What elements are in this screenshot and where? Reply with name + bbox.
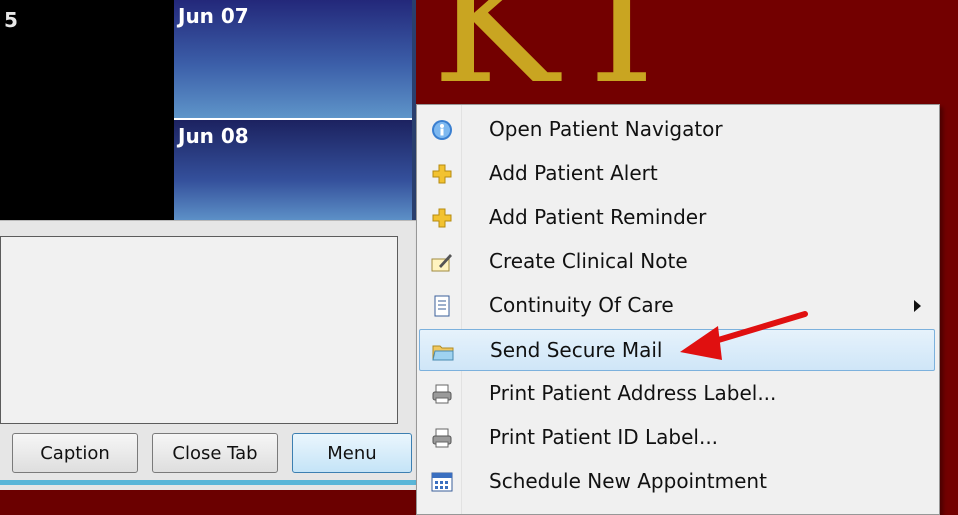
menu-item-label: Open Patient Navigator bbox=[489, 117, 723, 141]
menu-item-label: Add Patient Reminder bbox=[489, 205, 707, 229]
notes-textbox[interactable] bbox=[0, 236, 398, 424]
pencil-note-icon bbox=[431, 251, 453, 273]
menu-item-label: Create Clinical Note bbox=[489, 249, 688, 273]
menu-item-add-patient-alert[interactable]: Add Patient Alert bbox=[419, 153, 935, 195]
calendar-day-label: Jun 08 bbox=[178, 124, 249, 148]
menu-item-print-id-label[interactable]: Print Patient ID Label... bbox=[419, 417, 935, 459]
plus-icon bbox=[431, 207, 453, 229]
calendar-day-number: 5 bbox=[4, 8, 18, 32]
menu-item-label: Add Patient Alert bbox=[489, 161, 658, 185]
menu-item-create-clinical-note[interactable]: Create Clinical Note bbox=[419, 241, 935, 283]
calendar-day-jun-08[interactable]: Jun 08 bbox=[174, 120, 412, 220]
menu-item-open-patient-navigator[interactable]: Open Patient Navigator bbox=[419, 109, 935, 151]
menu-item-label: Print Patient Address Label... bbox=[489, 381, 777, 405]
calendar-icon bbox=[431, 471, 453, 493]
caption-button[interactable]: Caption bbox=[12, 433, 138, 473]
banner-letters: KT bbox=[432, 0, 685, 122]
menu-item-label: Send Secure Mail bbox=[490, 338, 663, 362]
menu-item-schedule-new-appointment[interactable]: Schedule New Appointment bbox=[419, 461, 935, 503]
menu-button[interactable]: Menu bbox=[292, 433, 412, 473]
bottom-accent-strip bbox=[0, 480, 416, 485]
annotation-arrow-icon bbox=[680, 311, 808, 360]
close-tab-button[interactable]: Close Tab bbox=[152, 433, 278, 473]
menu-button-label: Menu bbox=[327, 442, 377, 464]
submenu-arrow-icon bbox=[914, 300, 921, 312]
calendar-day-jun-07[interactable]: Jun 07 bbox=[174, 0, 412, 118]
menu-item-label: Print Patient ID Label... bbox=[489, 425, 719, 449]
printer-icon bbox=[431, 427, 453, 449]
bottom-maroon-strip bbox=[0, 490, 416, 515]
menu-item-label: Schedule New Appointment bbox=[489, 469, 767, 493]
menu-item-print-address-label[interactable]: Print Patient Address Label... bbox=[419, 373, 935, 415]
navigator-globe-icon bbox=[431, 119, 453, 141]
mail-folder-icon bbox=[432, 340, 454, 362]
caption-button-label: Caption bbox=[40, 442, 110, 464]
close-tab-button-label: Close Tab bbox=[172, 442, 258, 464]
menu-item-add-patient-reminder[interactable]: Add Patient Reminder bbox=[419, 197, 935, 239]
calendar-dark-cell bbox=[0, 0, 174, 220]
menu-item-label: Continuity Of Care bbox=[489, 293, 674, 317]
printer-icon bbox=[431, 383, 453, 405]
calendar-day-label: Jun 07 bbox=[178, 4, 249, 28]
document-icon bbox=[431, 295, 453, 317]
plus-icon bbox=[431, 163, 453, 185]
